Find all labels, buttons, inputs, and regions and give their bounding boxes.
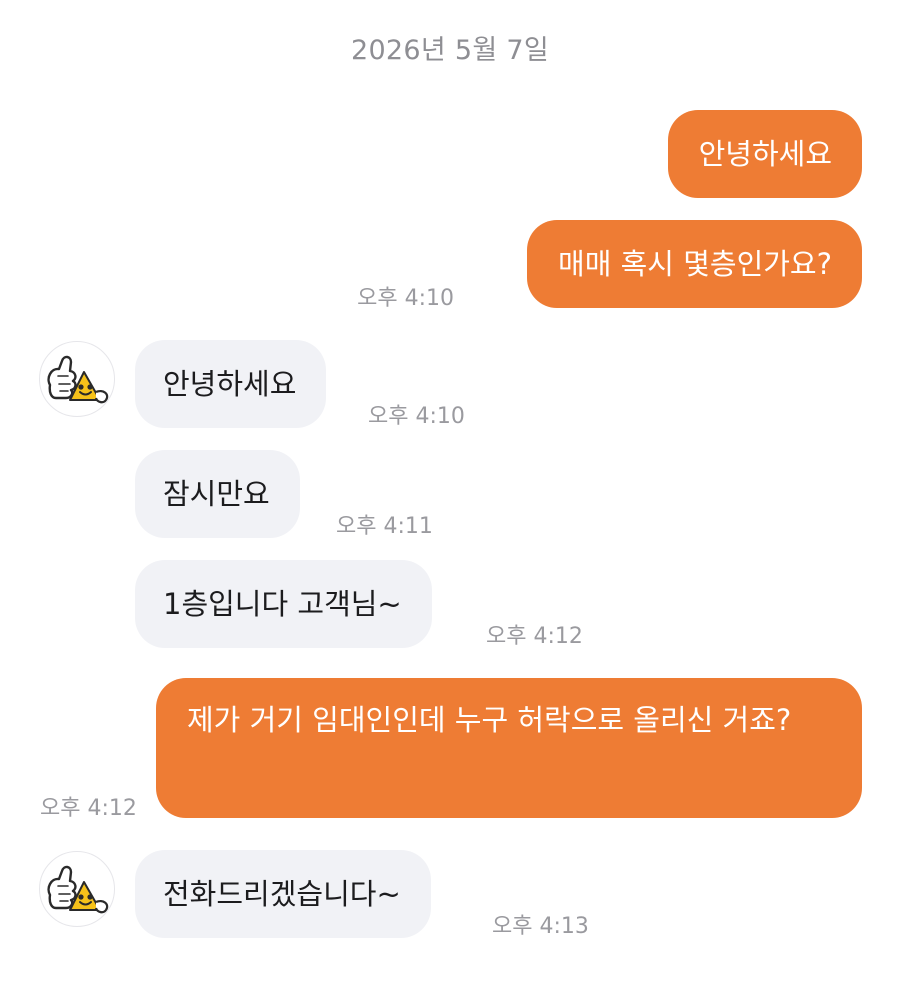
message-timestamp: 오후 4:10 — [357, 286, 454, 311]
thumbs-up-star-mascot-icon — [47, 865, 109, 914]
message-timestamp: 오후 4:10 — [368, 404, 465, 429]
message-timestamp: 오후 4:12 — [486, 624, 583, 649]
incoming-message-bubble[interactable]: 1층입니다 고객님~ — [135, 560, 432, 648]
thumbs-up-star-mascot-icon — [47, 355, 109, 404]
sender-avatar[interactable] — [39, 851, 115, 927]
message-timestamp: 오후 4:13 — [492, 914, 589, 939]
message-timestamp: 오후 4:11 — [336, 514, 433, 539]
outgoing-message-bubble[interactable]: 매매 혹시 몇층인가요? — [527, 220, 862, 308]
message-timestamp: 오후 4:12 — [40, 796, 137, 821]
date-header: 2026년 5월 7일 — [350, 35, 550, 66]
incoming-message-bubble[interactable]: 잠시만요 — [135, 450, 300, 538]
outgoing-message-bubble[interactable]: 안녕하세요 — [667, 110, 862, 198]
incoming-message-bubble[interactable]: 안녕하세요 — [135, 340, 327, 428]
incoming-message-bubble[interactable]: 전화드리겠습니다~ — [135, 850, 431, 938]
sender-avatar[interactable] — [39, 341, 115, 417]
outgoing-message-bubble[interactable]: 제가 거기 임대인인데 누구 허락으로 올리신 거죠? — [156, 678, 862, 818]
